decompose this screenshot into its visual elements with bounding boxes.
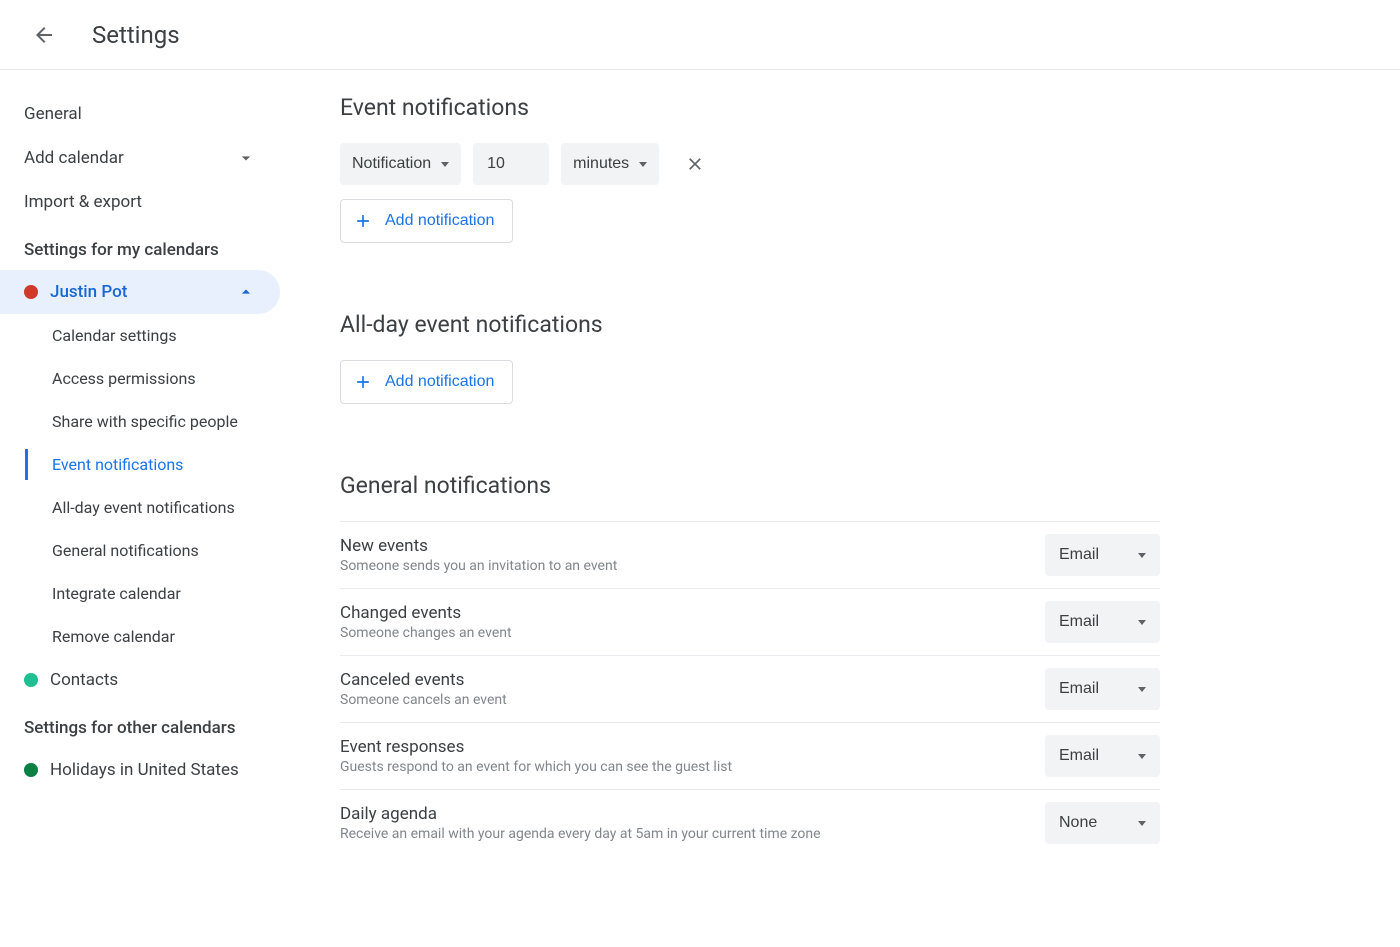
gn-title: Canceled events xyxy=(340,670,1045,690)
sidebar-sub-event-notifications[interactable]: Event notifications xyxy=(0,443,280,486)
sidebar-label: Import & export xyxy=(24,192,142,212)
gn-select-daily-agenda[interactable]: None xyxy=(1045,802,1160,844)
sidebar-label: Remove calendar xyxy=(52,627,175,646)
remove-notification-button[interactable] xyxy=(679,148,711,180)
caret-down-icon xyxy=(1138,754,1146,759)
dropdown-value: Email xyxy=(1059,546,1099,564)
sidebar-sub-allday-notifications[interactable]: All-day event notifications xyxy=(0,486,280,529)
sidebar-label: All-day event notifications xyxy=(52,498,235,517)
notification-row: Notification minutes xyxy=(340,143,1160,185)
section-title: General notifications xyxy=(340,472,1160,499)
gn-select-event-responses[interactable]: Email xyxy=(1045,735,1160,777)
main-content: Event notifications Notification minutes… xyxy=(300,70,1200,880)
plus-icon xyxy=(353,372,373,392)
button-label: Add notification xyxy=(385,212,494,230)
caret-down-icon xyxy=(639,162,647,167)
sidebar-section-header-my-calendars: Settings for my calendars xyxy=(0,224,300,270)
sidebar-sub-integrate-calendar[interactable]: Integrate calendar xyxy=(0,572,280,615)
button-label: Add notification xyxy=(385,373,494,391)
sidebar-label: Share with specific people xyxy=(52,412,238,431)
gn-select-changed-events[interactable]: Email xyxy=(1045,601,1160,643)
gn-title: New events xyxy=(340,536,1045,556)
sidebar-label: Add calendar xyxy=(24,148,124,168)
section-title: Event notifications xyxy=(340,94,1160,121)
dropdown-value: None xyxy=(1059,814,1097,832)
page-title: Settings xyxy=(92,21,180,49)
notification-value-input[interactable] xyxy=(473,143,549,185)
gn-desc: Someone cancels an event xyxy=(340,692,1045,708)
add-allday-notification-button[interactable]: Add notification xyxy=(340,360,513,404)
sidebar-sub-general-notifications[interactable]: General notifications xyxy=(0,529,280,572)
sidebar-sub-remove-calendar[interactable]: Remove calendar xyxy=(0,615,280,658)
sidebar-label: Justin Pot xyxy=(50,282,127,302)
add-notification-button[interactable]: Add notification xyxy=(340,199,513,243)
dropdown-value: Email xyxy=(1059,747,1099,765)
caret-down-icon xyxy=(441,162,449,167)
gn-title: Event responses xyxy=(340,737,1045,757)
gn-title: Daily agenda xyxy=(340,804,1045,824)
calendar-color-dot xyxy=(24,763,38,777)
caret-down-icon xyxy=(1138,620,1146,625)
sidebar-label: Integrate calendar xyxy=(52,584,181,603)
chevron-down-icon xyxy=(236,148,256,168)
gn-desc: Someone sends you an invitation to an ev… xyxy=(340,558,1045,574)
dropdown-value: Email xyxy=(1059,680,1099,698)
sidebar: General Add calendar Import & export Set… xyxy=(0,70,300,880)
close-icon xyxy=(685,154,705,174)
dropdown-value: minutes xyxy=(573,155,629,173)
dropdown-value: Email xyxy=(1059,613,1099,631)
sidebar-label: Contacts xyxy=(50,670,118,690)
sidebar-item-import-export[interactable]: Import & export xyxy=(0,180,280,224)
caret-down-icon xyxy=(1138,687,1146,692)
gn-select-new-events[interactable]: Email xyxy=(1045,534,1160,576)
sidebar-sub-share[interactable]: Share with specific people xyxy=(0,400,280,443)
gn-desc: Someone changes an event xyxy=(340,625,1045,641)
dropdown-value: Notification xyxy=(352,155,431,173)
notification-type-dropdown[interactable]: Notification xyxy=(340,143,461,185)
sidebar-item-holidays[interactable]: Holidays in United States xyxy=(0,748,280,792)
plus-icon xyxy=(353,211,373,231)
caret-down-icon xyxy=(1138,821,1146,826)
back-button[interactable] xyxy=(24,15,64,55)
sidebar-label: Event notifications xyxy=(52,455,183,474)
notification-unit-dropdown[interactable]: minutes xyxy=(561,143,659,185)
gn-row-changed-events: Changed events Someone changes an event … xyxy=(340,589,1160,656)
gn-title: Changed events xyxy=(340,603,1045,623)
section-event-notifications: Event notifications Notification minutes… xyxy=(340,94,1160,243)
sidebar-item-general[interactable]: General xyxy=(0,92,280,136)
calendar-color-dot xyxy=(24,285,38,299)
sidebar-label: General notifications xyxy=(52,541,199,560)
chevron-up-icon xyxy=(236,282,256,302)
sidebar-item-add-calendar[interactable]: Add calendar xyxy=(0,136,280,180)
sidebar-sub-access-permissions[interactable]: Access permissions xyxy=(0,357,280,400)
gn-row-new-events: New events Someone sends you an invitati… xyxy=(340,522,1160,589)
section-general-notifications: General notifications New events Someone… xyxy=(340,472,1160,856)
sidebar-section-header-other-calendars: Settings for other calendars xyxy=(0,702,300,748)
section-title: All-day event notifications xyxy=(340,311,1160,338)
caret-down-icon xyxy=(1138,553,1146,558)
gn-desc: Guests respond to an event for which you… xyxy=(340,759,1045,775)
sidebar-label: Access permissions xyxy=(52,369,196,388)
gn-desc: Receive an email with your agenda every … xyxy=(340,826,1045,842)
sidebar-sub-calendar-settings[interactable]: Calendar settings xyxy=(0,314,280,357)
gn-row-event-responses: Event responses Guests respond to an eve… xyxy=(340,723,1160,790)
sidebar-item-contacts[interactable]: Contacts xyxy=(0,658,280,702)
general-notifications-list: New events Someone sends you an invitati… xyxy=(340,521,1160,856)
arrow-back-icon xyxy=(32,23,56,47)
gn-select-canceled-events[interactable]: Email xyxy=(1045,668,1160,710)
gn-row-canceled-events: Canceled events Someone cancels an event… xyxy=(340,656,1160,723)
sidebar-label: Holidays in United States xyxy=(50,760,239,780)
calendar-color-dot xyxy=(24,673,38,687)
sidebar-label: Calendar settings xyxy=(52,326,177,345)
gn-row-daily-agenda: Daily agenda Receive an email with your … xyxy=(340,790,1160,856)
sidebar-item-calendar-justin-pot[interactable]: Justin Pot xyxy=(0,270,280,314)
section-allday-notifications: All-day event notifications Add notifica… xyxy=(340,311,1160,404)
header: Settings xyxy=(0,0,1400,70)
sidebar-label: General xyxy=(24,104,82,124)
